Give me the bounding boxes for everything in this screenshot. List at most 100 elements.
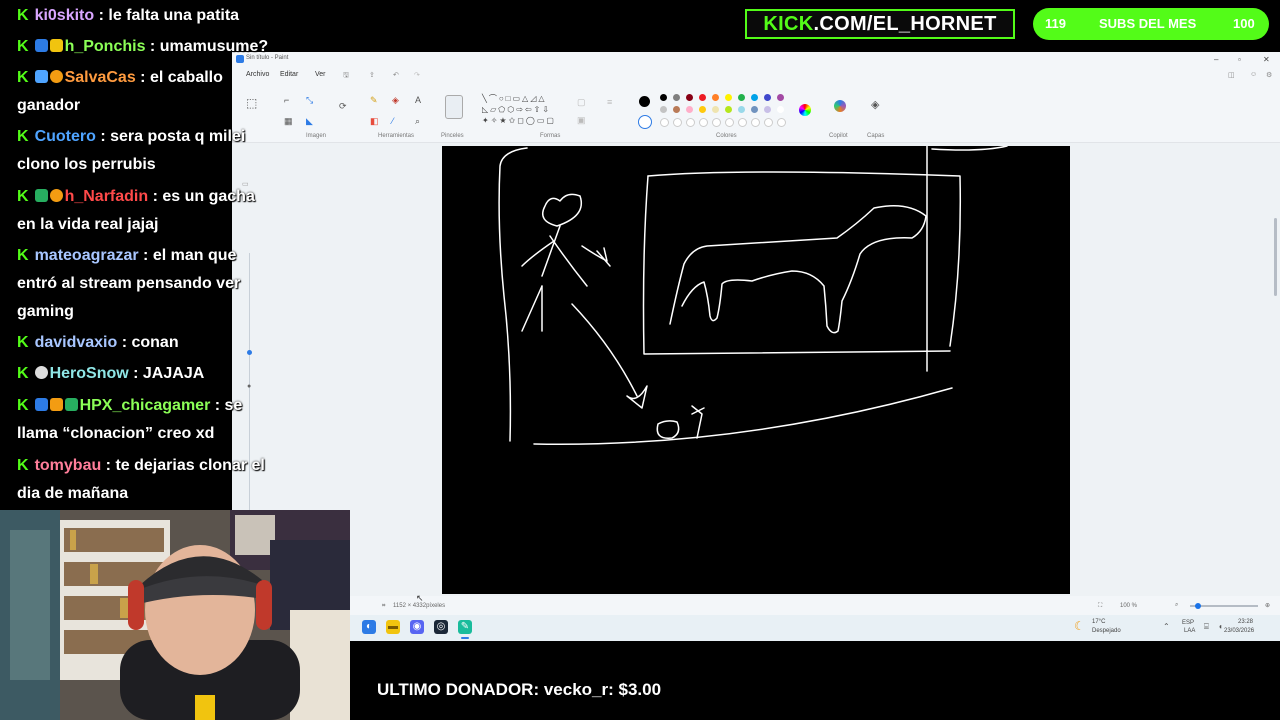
palette-swatch[interactable] <box>699 118 708 127</box>
outline-icon[interactable]: ▢ <box>577 98 586 107</box>
weather-desc[interactable]: Despejado <box>1092 628 1121 634</box>
palette-swatch[interactable] <box>673 106 680 113</box>
zoom-in-icon[interactable]: ⊕ <box>1265 602 1270 609</box>
color-picker-icon[interactable]: ⁄ <box>392 117 394 126</box>
edge-icon[interactable]: ◐ <box>362 620 376 634</box>
save-icon[interactable]: 🖫 <box>343 71 349 82</box>
palette-swatch[interactable] <box>699 106 706 113</box>
account-icon[interactable]: ☺ <box>1250 71 1257 78</box>
resize-icon[interactable]: ⤡ <box>306 96 313 105</box>
palette-swatch[interactable] <box>764 106 771 113</box>
volume-icon[interactable]: ◖ <box>1218 622 1223 631</box>
zoom-level[interactable]: 100 % <box>1120 603 1137 609</box>
brush-icon[interactable] <box>445 95 463 119</box>
palette-swatch[interactable] <box>699 94 706 101</box>
close-button[interactable]: ✕ <box>1263 55 1270 64</box>
eraser-icon[interactable]: ◧ <box>370 117 379 126</box>
text-icon[interactable]: A <box>415 96 421 105</box>
palette-swatch[interactable] <box>660 106 667 113</box>
fill-icon[interactable]: ◈ <box>392 96 399 105</box>
group-label-capas: Capas <box>867 133 885 139</box>
palette-swatch[interactable] <box>660 118 669 127</box>
steam-icon[interactable]: ◎ <box>434 620 448 634</box>
file-explorer-icon[interactable]: ▬ <box>386 620 400 634</box>
palette-swatch[interactable] <box>660 94 667 101</box>
menu-bar: Archivo Editar Ver 🖫 ⇪ ↶ ↷ ◫ ☺ ⚙ <box>232 68 1280 82</box>
chat-text-continued: entró al stream pensando ver <box>17 275 241 292</box>
shapes-row-1[interactable]: ╲⌒○□▭△◿△ <box>482 94 547 103</box>
palette-swatch[interactable] <box>712 106 719 113</box>
maximize-button[interactable]: ▫ <box>1238 55 1241 64</box>
menu-ver[interactable]: Ver <box>315 71 326 78</box>
window-titlebar: Sin título - Paint – ▫ ✕ <box>232 52 1280 66</box>
copilot-icon[interactable] <box>834 100 846 112</box>
fill-shape-icon[interactable]: ▣ <box>577 116 586 125</box>
palette-swatch[interactable] <box>686 94 693 101</box>
vertical-scrollbar[interactable] <box>1274 218 1277 296</box>
rotate-icon[interactable]: ⟳ <box>339 102 347 111</box>
palette-swatch[interactable] <box>751 118 760 127</box>
magnifier-icon[interactable]: ⌕ <box>415 117 420 126</box>
language-layout[interactable]: LAA <box>1184 628 1195 634</box>
palette-swatch[interactable] <box>764 94 771 101</box>
active-app-indicator <box>461 637 469 639</box>
palette-swatch[interactable] <box>712 118 721 127</box>
subs-goal: 100 <box>1233 16 1255 31</box>
color-1-swatch[interactable] <box>639 96 650 107</box>
stroke-arm-left <box>521 240 555 267</box>
flip-icon[interactable]: ◣ <box>306 117 313 126</box>
paint-taskbar-icon[interactable]: ✎ <box>458 620 472 634</box>
pencil-icon[interactable]: ✎ <box>370 96 378 105</box>
chat-message: Kh_Narfadin : es un gacha <box>17 188 255 205</box>
zoom-out-icon[interactable]: ⌕ <box>1175 602 1178 609</box>
palette-swatch[interactable] <box>673 94 680 101</box>
palette-swatch[interactable] <box>738 106 745 113</box>
language-code[interactable]: ESP <box>1182 620 1194 626</box>
weather-moon-icon[interactable]: ☾ <box>1074 619 1085 633</box>
palette-swatch[interactable] <box>686 118 695 127</box>
palette-swatch[interactable] <box>738 118 747 127</box>
clock-time[interactable]: 23:28 <box>1238 619 1253 625</box>
palette-swatch[interactable] <box>777 94 784 101</box>
stroke-cup <box>656 420 680 439</box>
stroke-head <box>542 193 582 227</box>
feedback-icon[interactable]: ◫ <box>1228 71 1235 79</box>
subs-goal-bar: 119 SUBS DEL MES 100 <box>1033 8 1269 40</box>
tray-chevron-icon[interactable]: ⌃ <box>1163 622 1170 631</box>
layers-icon[interactable]: ◈ <box>871 100 879 111</box>
palette-swatch[interactable] <box>738 94 745 101</box>
edit-colors-icon[interactable] <box>799 104 811 116</box>
network-icon[interactable]: ⌸ <box>1204 622 1209 632</box>
discord-icon[interactable]: ◉ <box>410 620 424 634</box>
minimize-button[interactable]: – <box>1214 55 1218 64</box>
shapes-row-2[interactable]: ◺▱⬠⬡⇨⇦⇧⇩ <box>482 105 551 114</box>
palette-swatch[interactable] <box>673 118 682 127</box>
fit-icon[interactable]: ⛶ <box>1098 603 1102 610</box>
chat-message: K HeroSnow : JAJAJA <box>17 365 205 382</box>
clock-date[interactable]: 23/03/2026 <box>1224 628 1254 634</box>
palette-swatch[interactable] <box>725 106 732 113</box>
windows-taskbar: ◐ ▬ ◉ ◎ ✎ ☾ 17°C Despejado ⌃ ESP LAA ⌸ ◖… <box>350 615 1280 641</box>
palette-swatch[interactable] <box>751 106 758 113</box>
color-2-swatch[interactable] <box>638 115 652 129</box>
chat-username: h_Narfadin <box>64 188 149 205</box>
chat-text: te dejarias clonar el <box>115 457 265 474</box>
shape-size-icon[interactable]: ≡ <box>607 98 612 107</box>
zoom-slider-thumb[interactable] <box>1195 603 1201 609</box>
palette-swatch[interactable] <box>725 94 732 101</box>
palette-swatch[interactable] <box>725 118 734 127</box>
redo-icon[interactable]: ↷ <box>414 71 420 79</box>
share-icon[interactable]: ⇪ <box>369 71 375 79</box>
weather-temp[interactable]: 17°C <box>1092 619 1105 625</box>
drawing-canvas[interactable] <box>442 146 1070 594</box>
palette-swatch[interactable] <box>777 118 786 127</box>
palette-swatch[interactable] <box>777 106 784 113</box>
palette-swatch[interactable] <box>686 106 693 113</box>
gift-badge-icon <box>64 398 78 411</box>
undo-icon[interactable]: ↶ <box>393 71 399 79</box>
palette-swatch[interactable] <box>764 118 773 127</box>
settings-icon[interactable]: ⚙ <box>1266 71 1272 79</box>
shapes-row-3[interactable]: ✦✧★✩◻◯▭▢ <box>482 116 556 125</box>
palette-swatch[interactable] <box>751 94 758 101</box>
palette-swatch[interactable] <box>712 94 719 101</box>
